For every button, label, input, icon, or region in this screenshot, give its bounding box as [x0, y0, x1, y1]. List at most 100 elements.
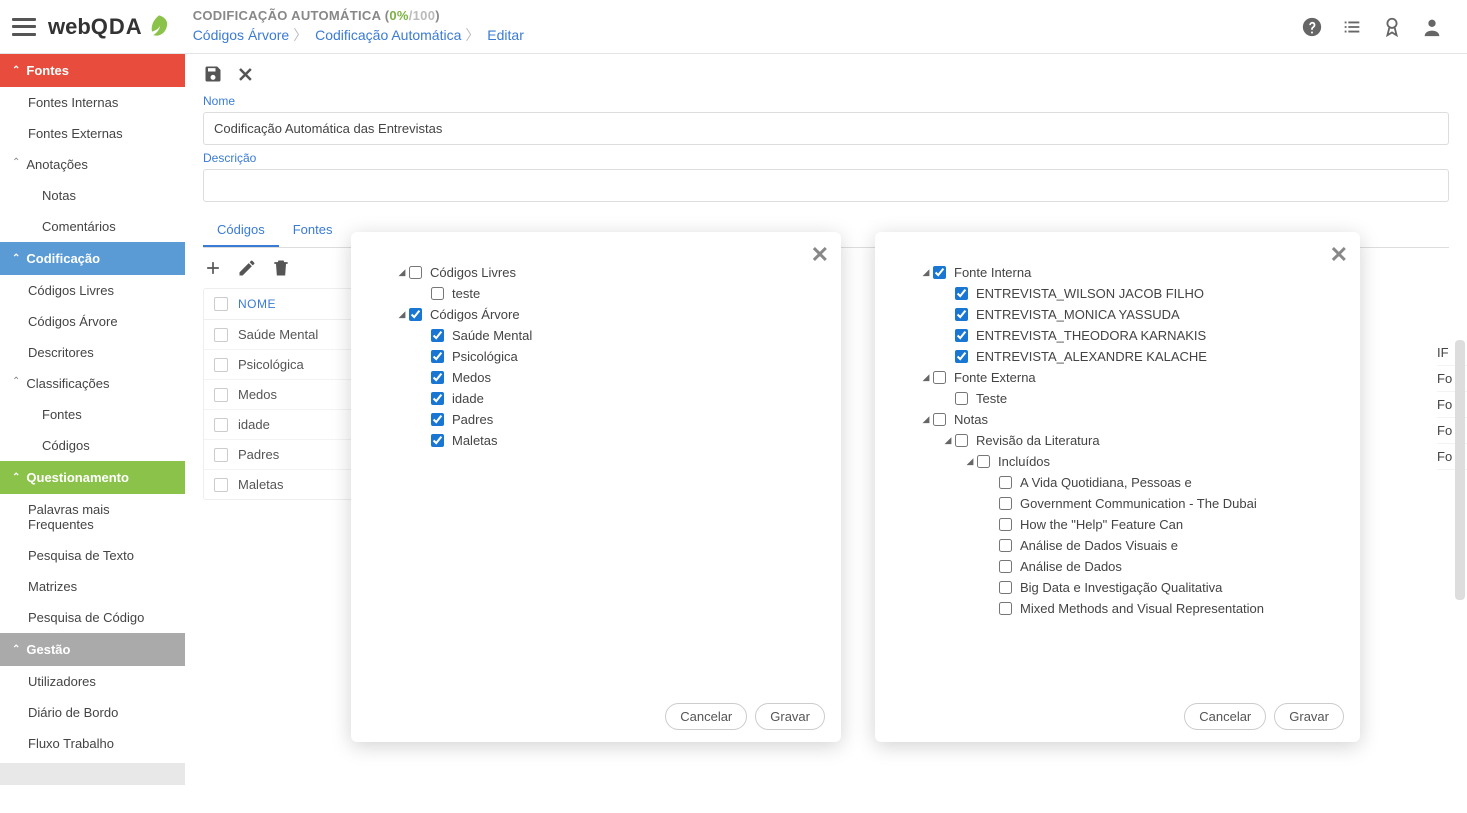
tree-node[interactable]: Mixed Methods and Visual Representation	[891, 598, 1344, 619]
row-checkbox[interactable]	[214, 358, 228, 372]
tree-checkbox[interactable]	[999, 497, 1012, 510]
tree-checkbox[interactable]	[977, 455, 990, 468]
add-icon[interactable]	[203, 258, 223, 278]
tree-node[interactable]: Government Communication - The Dubai	[891, 493, 1344, 514]
sidebar-item-notas[interactable]: Notas	[0, 180, 185, 211]
table-row[interactable]: Maletas	[204, 470, 362, 499]
tree-checkbox[interactable]	[933, 371, 946, 384]
sidebar-item-descritores[interactable]: Descritores	[0, 337, 185, 368]
sidebar-item-codigos-livres[interactable]: Códigos Livres	[0, 275, 185, 306]
sidebar-section-fontes[interactable]: ⌃Fontes	[0, 54, 185, 87]
tree-checkbox[interactable]	[431, 434, 444, 447]
tree-checkbox[interactable]	[933, 413, 946, 426]
save-button[interactable]: Gravar	[755, 703, 825, 730]
tree-node[interactable]: ◢Fonte Externa	[891, 367, 1344, 388]
expand-icon[interactable]: ◢	[965, 456, 975, 467]
user-icon[interactable]	[1421, 16, 1443, 38]
page-scrollbar[interactable]	[1455, 340, 1465, 600]
tree-checkbox[interactable]	[431, 329, 444, 342]
tree-node[interactable]: ◢Códigos Árvore	[367, 304, 825, 325]
tree-node[interactable]: ◢Incluídos	[891, 451, 1344, 472]
nome-input[interactable]	[203, 112, 1449, 145]
sidebar-section-questionamento[interactable]: ⌃Questionamento	[0, 461, 185, 494]
sidebar-item-fluxo-trabalho[interactable]: Fluxo Trabalho	[0, 728, 185, 759]
table-row[interactable]: idade	[204, 410, 362, 440]
modal-close-icon[interactable]: ✕	[811, 242, 829, 268]
tree-node[interactable]: ◢Revisão da Literatura	[891, 430, 1344, 451]
row-checkbox[interactable]	[214, 388, 228, 402]
tree-checkbox[interactable]	[409, 266, 422, 279]
tab-fontes[interactable]: Fontes	[279, 214, 347, 247]
table-row[interactable]: Psicológica	[204, 350, 362, 380]
tree-checkbox[interactable]	[431, 287, 444, 300]
tree-checkbox[interactable]	[955, 329, 968, 342]
tree-node[interactable]: Análise de Dados Visuais e	[891, 535, 1344, 556]
tree-node[interactable]: ENTREVISTA_THEODORA KARNAKIS	[891, 325, 1344, 346]
tree-checkbox[interactable]	[955, 434, 968, 447]
tree-checkbox[interactable]	[999, 602, 1012, 615]
cancel-button[interactable]: Cancelar	[665, 703, 747, 730]
tree-checkbox[interactable]	[999, 581, 1012, 594]
sidebar-section-codificacao[interactable]: ⌃Codificação	[0, 242, 185, 275]
sidebar-section-anotacoes[interactable]: ⌃Anotações	[0, 149, 185, 180]
expand-icon[interactable]: ◢	[397, 309, 407, 320]
tree-node[interactable]: Análise de Dados	[891, 556, 1344, 577]
sidebar-item-fontes-externas[interactable]: Fontes Externas	[0, 118, 185, 149]
tree-node[interactable]: Teste	[891, 388, 1344, 409]
sidebar-item-diario-bordo[interactable]: Diário de Bordo	[0, 697, 185, 728]
row-checkbox[interactable]	[214, 448, 228, 462]
sidebar-item-codigos-arvore[interactable]: Códigos Árvore	[0, 306, 185, 337]
save-button[interactable]: Gravar	[1274, 703, 1344, 730]
sidebar-section-classificacoes[interactable]: ⌃Classificações	[0, 368, 185, 399]
breadcrumb-link[interactable]: Editar	[487, 27, 524, 43]
expand-icon[interactable]: ◢	[921, 372, 931, 383]
select-all-checkbox[interactable]	[214, 297, 228, 311]
help-icon[interactable]	[1301, 16, 1323, 38]
row-checkbox[interactable]	[214, 478, 228, 492]
sidebar-item-class-fontes[interactable]: Fontes	[0, 399, 185, 430]
tree-node[interactable]: Maletas	[367, 430, 825, 451]
tree-checkbox[interactable]	[431, 371, 444, 384]
tab-codigos[interactable]: Códigos	[203, 214, 279, 247]
list-icon[interactable]	[1341, 16, 1363, 38]
table-row[interactable]: Saúde Mental	[204, 320, 362, 350]
tree-node[interactable]: A Vida Quotidiana, Pessoas e	[891, 472, 1344, 493]
tree-checkbox[interactable]	[955, 392, 968, 405]
tree-checkbox[interactable]	[431, 392, 444, 405]
tree-node[interactable]: Medos	[367, 367, 825, 388]
expand-icon[interactable]: ◢	[921, 414, 931, 425]
row-checkbox[interactable]	[214, 328, 228, 342]
tree-node[interactable]: ◢Códigos Livres	[367, 262, 825, 283]
save-icon[interactable]	[203, 64, 223, 84]
cancel-button[interactable]: Cancelar	[1184, 703, 1266, 730]
tree-node[interactable]: Big Data e Investigação Qualitativa	[891, 577, 1344, 598]
tree-node[interactable]: How the "Help" Feature Can	[891, 514, 1344, 535]
tree-node[interactable]: ◢Fonte Interna	[891, 262, 1344, 283]
award-icon[interactable]	[1381, 16, 1403, 38]
tree-node[interactable]: ◢Notas	[891, 409, 1344, 430]
tree-checkbox[interactable]	[999, 560, 1012, 573]
tree-checkbox[interactable]	[933, 266, 946, 279]
sidebar-item-pesquisa-texto[interactable]: Pesquisa de Texto	[0, 540, 185, 571]
tree-node[interactable]: idade	[367, 388, 825, 409]
delete-icon[interactable]	[271, 258, 291, 278]
tree-node[interactable]: ENTREVISTA_MONICA YASSUDA	[891, 304, 1344, 325]
row-checkbox[interactable]	[214, 418, 228, 432]
tree-node[interactable]: Padres	[367, 409, 825, 430]
breadcrumb-link[interactable]: Códigos Árvore	[193, 27, 290, 43]
tree-checkbox[interactable]	[955, 350, 968, 363]
tree-node[interactable]: ENTREVISTA_WILSON JACOB FILHO	[891, 283, 1344, 304]
tree-checkbox[interactable]	[999, 518, 1012, 531]
modal-close-icon[interactable]: ✕	[1330, 242, 1348, 268]
menu-toggle[interactable]	[12, 18, 36, 36]
sidebar-item-fontes-internas[interactable]: Fontes Internas	[0, 87, 185, 118]
tree-node[interactable]: teste	[367, 283, 825, 304]
expand-icon[interactable]: ◢	[397, 267, 407, 278]
table-row[interactable]: Padres	[204, 440, 362, 470]
breadcrumb-link[interactable]: Codificação Automática	[315, 27, 461, 43]
sidebar-item-pesquisa-codigo[interactable]: Pesquisa de Código	[0, 602, 185, 633]
sidebar-section-gestao[interactable]: ⌃Gestão	[0, 633, 185, 666]
tree-checkbox[interactable]	[431, 350, 444, 363]
tree-checkbox[interactable]	[431, 413, 444, 426]
tree-node[interactable]: Saúde Mental	[367, 325, 825, 346]
